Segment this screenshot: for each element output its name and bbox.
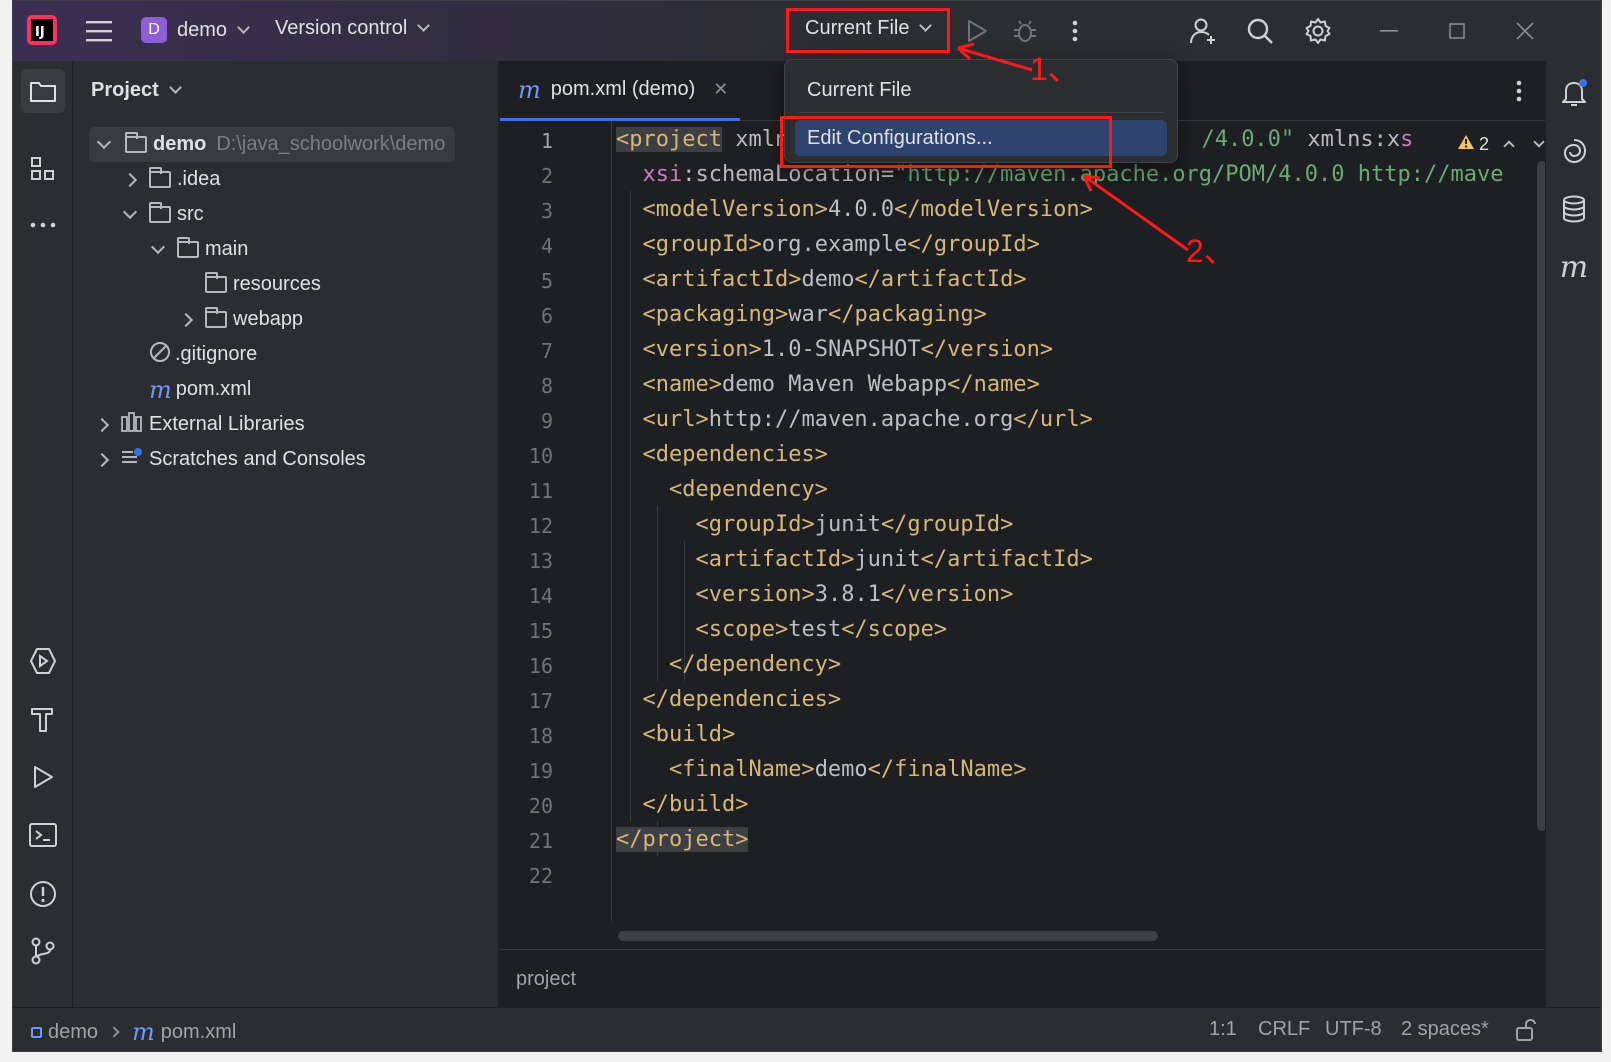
annotation-label-1: 1、 [1030,51,1080,87]
annotation-label-2: 2、 [1186,233,1236,269]
arrow-2 [1083,174,1189,252]
annotation-arrows [956,42,1189,252]
